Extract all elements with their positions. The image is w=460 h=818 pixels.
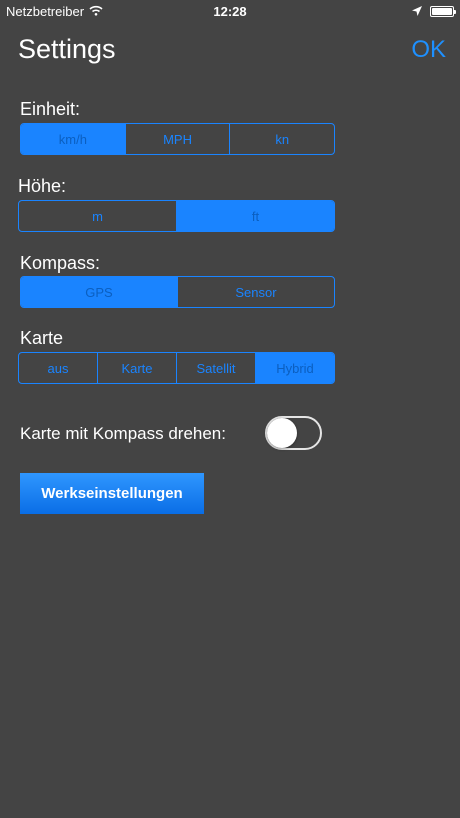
map-label: Karte — [20, 328, 64, 348]
battery-icon — [430, 6, 456, 17]
segment-unit-kmh[interactable]: km/h — [21, 124, 126, 154]
battery-fill — [432, 8, 452, 15]
altitude-label: Höhe: — [18, 176, 67, 196]
units-label: Einheit: — [20, 99, 81, 119]
segment-map-off[interactable]: aus — [19, 353, 98, 383]
compass-label: Kompass: — [20, 253, 101, 273]
altitude-segmented-control: m ft — [18, 200, 335, 232]
rotate-map-toggle[interactable] — [265, 416, 322, 450]
segment-altitude-m[interactable]: m — [19, 201, 177, 231]
segment-compass-sensor[interactable]: Sensor — [178, 277, 334, 307]
units-segmented-control: km/h MPH kn — [20, 123, 335, 155]
location-arrow-icon — [412, 4, 422, 19]
factory-reset-button[interactable]: Werkseinstellungen — [20, 473, 204, 514]
segment-unit-mph[interactable]: MPH — [126, 124, 231, 154]
status-bar: Netzbetreiber 12:28 — [0, 0, 460, 24]
page-title: Settings — [18, 34, 116, 64]
segment-altitude-ft[interactable]: ft — [177, 201, 334, 231]
map-segmented-control: aus Karte Satellit Hybrid — [18, 352, 335, 384]
status-right — [412, 4, 456, 19]
segment-map-hybrid[interactable]: Hybrid — [256, 353, 334, 383]
ok-button[interactable]: OK — [411, 36, 446, 64]
segment-map-map[interactable]: Karte — [98, 353, 177, 383]
rotate-map-label: Karte mit Kompass drehen: — [20, 424, 226, 443]
toggle-knob — [267, 418, 297, 448]
segment-unit-kn[interactable]: kn — [230, 124, 334, 154]
compass-segmented-control: GPS Sensor — [20, 276, 335, 308]
clock: 12:28 — [213, 4, 247, 19]
segment-compass-gps[interactable]: GPS — [21, 277, 178, 307]
segment-map-satellite[interactable]: Satellit — [177, 353, 256, 383]
